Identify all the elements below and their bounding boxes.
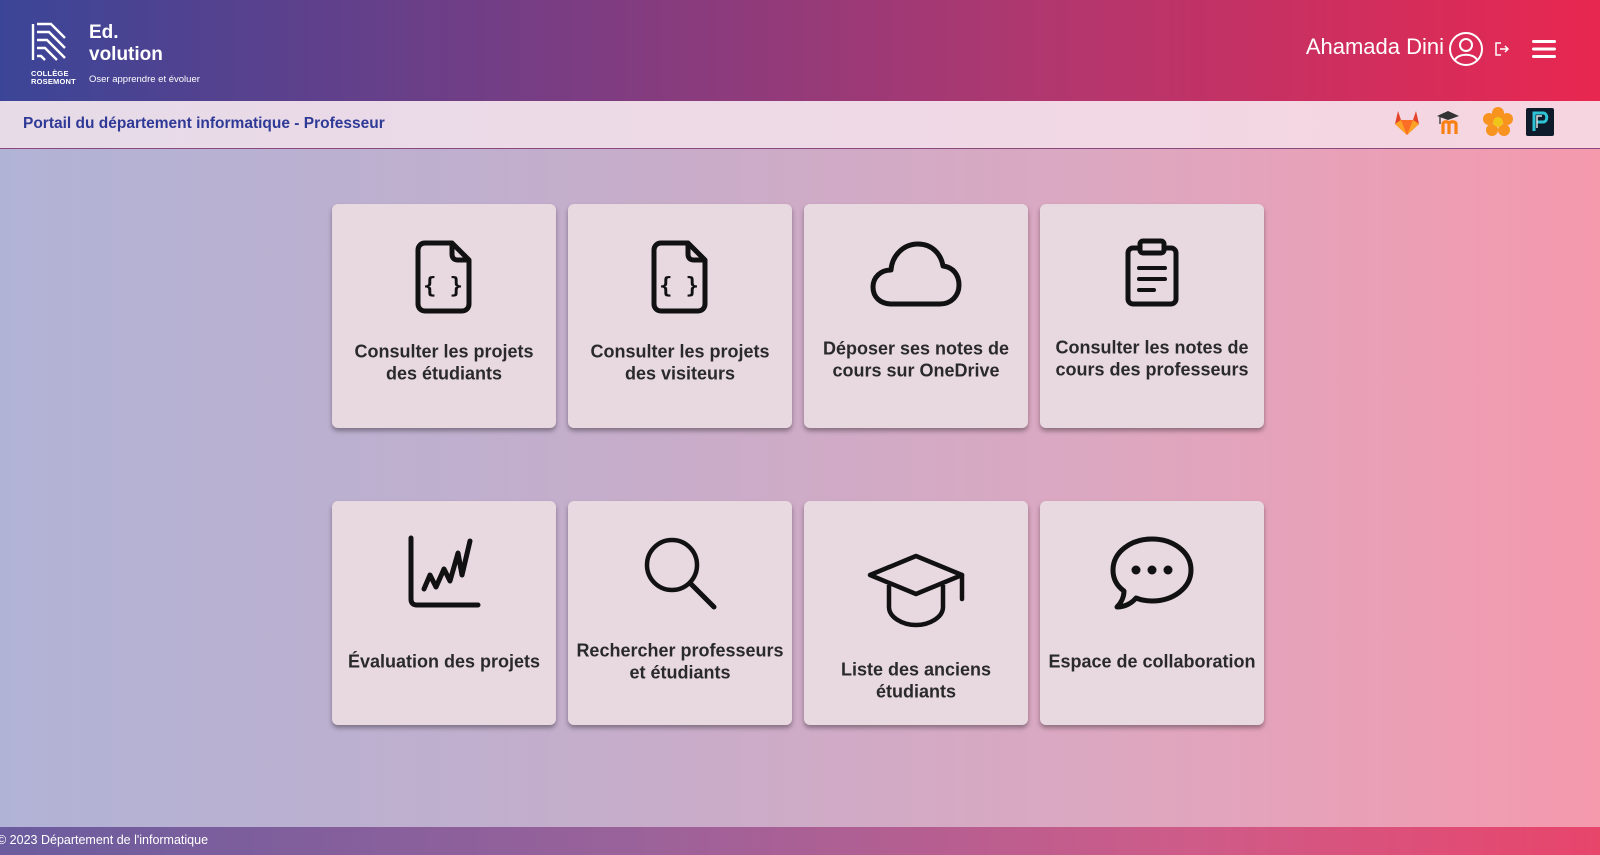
- user-name[interactable]: Ahamada Dini: [1306, 34, 1444, 60]
- sub-header: Portail du département informatique - Pr…: [0, 101, 1600, 149]
- code-file-icon: { }: [651, 240, 708, 314]
- svg-text:{ }: { }: [423, 274, 463, 299]
- college-logo-caption: COLLÈGE ROSEMONT: [31, 70, 76, 86]
- card-label: Consulter les notes de cours des profess…: [1055, 337, 1249, 380]
- brand: Ed. volution Oser apprendre et évoluer: [89, 22, 200, 85]
- footer-copyright: © 2023 Département de l'informatique: [0, 833, 209, 847]
- clipboard-icon: [1125, 238, 1179, 307]
- rosemont-logo-mark-icon: [31, 22, 66, 61]
- gitlab-icon[interactable]: [1391, 106, 1423, 138]
- logo-caption-line-2: ROSEMONT: [31, 77, 76, 86]
- card-label: Consulter les projets des visiteurs: [590, 341, 770, 384]
- brand-title-line-1: Ed.: [89, 22, 119, 43]
- hamburger-menu-icon[interactable]: [1531, 38, 1557, 60]
- code-file-icon: { }: [415, 240, 472, 314]
- card-label: Déposer ses notes de cours sur OneDrive: [822, 338, 1010, 381]
- logout-icon[interactable]: [1494, 41, 1510, 57]
- card-label: Rechercher professeurs et étudiants: [576, 640, 784, 683]
- card-alumni-list[interactable]: Liste des anciens étudiants: [804, 501, 1028, 725]
- user-avatar-icon[interactable]: [1448, 31, 1484, 67]
- card-label: Espace de collaboration: [1048, 651, 1256, 672]
- footer: © 2023 Département de l'informatique: [0, 827, 1600, 855]
- svg-text:{ }: { }: [659, 274, 699, 299]
- card-label: Évaluation des projets: [347, 651, 541, 672]
- flower-icon[interactable]: [1482, 106, 1514, 138]
- card-label: Consulter les projets des étudiants: [354, 341, 534, 384]
- card-student-projects[interactable]: { } Consulter les projets des étudiants: [332, 204, 556, 428]
- brand-title-line-2: volution: [89, 44, 163, 65]
- card-label: Liste des anciens étudiants: [840, 659, 992, 702]
- moodle-icon[interactable]: [1435, 106, 1467, 138]
- brand-tagline: Oser apprendre et évoluer: [89, 74, 200, 85]
- card-project-evaluation[interactable]: Évaluation des projets: [332, 501, 556, 725]
- line-chart-icon: [408, 535, 481, 608]
- chat-bubble-icon: [1110, 536, 1194, 610]
- search-icon: [644, 537, 717, 610]
- cloud-icon: [870, 241, 962, 307]
- card-visitor-projects[interactable]: { } Consulter les projets des visiteurs: [568, 204, 792, 428]
- portal-title: Portail du département informatique - Pr…: [23, 115, 385, 132]
- card-collaboration-space[interactable]: Espace de collaboration: [1040, 501, 1264, 725]
- card-upload-onedrive[interactable]: Déposer ses notes de cours sur OneDrive: [804, 204, 1028, 428]
- p-app-icon[interactable]: [1526, 108, 1554, 136]
- card-search-people[interactable]: Rechercher professeurs et étudiants: [568, 501, 792, 725]
- graduation-cap-icon: [867, 553, 965, 628]
- card-professor-notes[interactable]: Consulter les notes de cours des profess…: [1040, 204, 1264, 428]
- top-header: COLLÈGE ROSEMONT Ed. volution Oser appre…: [0, 0, 1600, 101]
